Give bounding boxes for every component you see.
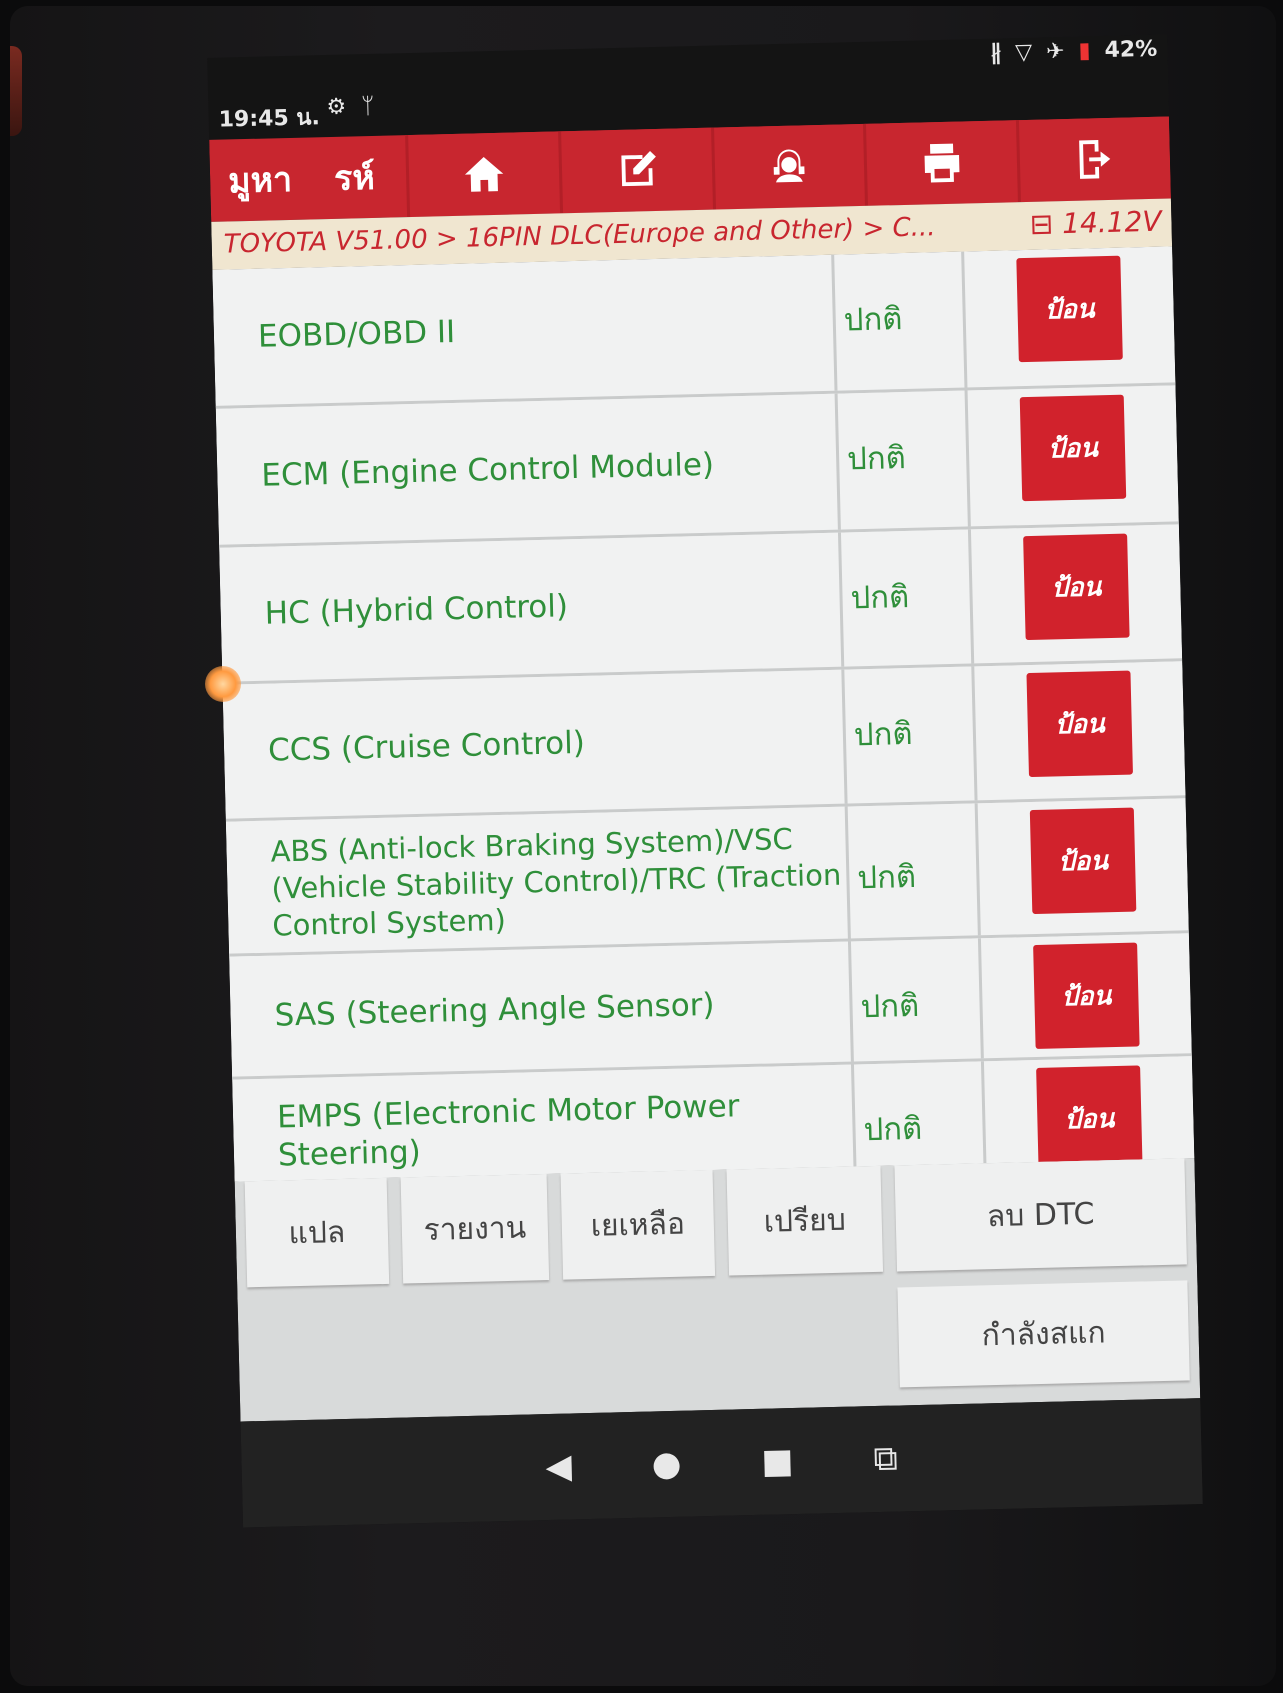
header-title-left[interactable]: มูหา	[228, 152, 293, 208]
home-button[interactable]	[405, 131, 560, 218]
clock: 19:45 น.	[218, 105, 321, 133]
enter-button[interactable]: ป้อน	[1016, 255, 1123, 363]
edit-button[interactable]	[557, 127, 713, 214]
print-button[interactable]	[863, 120, 1019, 206]
system-status: ปกติ	[847, 803, 981, 939]
edit-icon	[621, 150, 656, 187]
system-status: ปกติ	[840, 529, 975, 667]
enter-button[interactable]: ป้อน	[1036, 1065, 1143, 1172]
tablet-device: 19:45 น. ⚙ ᛘ ∦ ▽ ✈ ▮ 42% มูหา รห์ TOYOTA…	[10, 6, 1276, 1686]
system-name: EOBD/OBD II	[212, 254, 838, 406]
home-icon	[464, 156, 504, 192]
airplane-icon: ✈	[1045, 39, 1065, 65]
table-row: ECM (Engine Control Module) ปกติ ป้อน	[215, 385, 1179, 548]
header-titles: มูหา รห์	[209, 135, 407, 222]
breadcrumb-path: TOYOTA V51.00 > 16PIN DLC(Europe and Oth…	[223, 212, 936, 260]
system-status: ปกติ	[844, 666, 978, 804]
screenshot-icon[interactable]: ⧉	[873, 1438, 898, 1479]
report-button[interactable]: รายงาน	[400, 1173, 550, 1284]
screen: 19:45 น. ⚙ ᛘ ∦ ▽ ✈ ▮ 42% มูหา รห์ TOYOTA…	[207, 34, 1203, 1528]
stethoscope-icon: ᛘ	[360, 93, 375, 120]
table-row: SAS (Steering Angle Sensor) ปกติ ป้อน	[229, 933, 1192, 1080]
system-name: EMPS (Electronic Motor Power Steering)	[232, 1064, 857, 1182]
settings-icon: ⚙	[326, 94, 347, 121]
notification-icons: ⚙ ᛘ	[326, 94, 375, 120]
exit-icon	[1079, 140, 1111, 179]
enter-button[interactable]: ป้อน	[1019, 394, 1127, 502]
system-name: HC (Hybrid Control)	[219, 532, 845, 682]
bluetooth-icon: ∦	[989, 40, 1002, 66]
system-name: CCS (Cruise Control)	[222, 669, 848, 819]
table-row: CCS (Cruise Control) ปกติ ป้อน	[222, 661, 1186, 822]
system-status: ปกติ	[850, 938, 984, 1062]
enter-button[interactable]: ป้อน	[1026, 670, 1133, 778]
support-button[interactable]	[710, 123, 866, 210]
wifi-icon: ▽	[1014, 39, 1033, 66]
enter-button[interactable]: ป้อน	[1023, 533, 1130, 641]
compare-button[interactable]: เปรียบ	[726, 1165, 884, 1276]
voltage-value: 14.12V	[1061, 204, 1162, 241]
clear-dtc-button[interactable]: ลบ DTC	[894, 1158, 1187, 1272]
system-status: ปกติ	[834, 251, 968, 391]
table-row: HC (Hybrid Control) ปกติ ป้อน	[219, 524, 1183, 685]
system-list: EOBD/OBD II ปกติ ป้อน ECM (Engine Contro…	[212, 246, 1195, 1182]
translate-button[interactable]: แปล	[244, 1177, 390, 1288]
action-bar: แปล รายงาน เยเหลือ เปรียบ ลบ DTC กำลังสแ…	[234, 1158, 1201, 1422]
table-row: EOBD/OBD II ปกติ ป้อน	[212, 246, 1176, 409]
system-name: SAS (Steering Angle Sensor)	[229, 941, 854, 1077]
home-circle-icon[interactable]: ●	[651, 1444, 682, 1485]
enter-button[interactable]: ป้อน	[1029, 807, 1137, 915]
device-edge	[10, 46, 22, 136]
print-icon	[924, 143, 960, 183]
support-icon	[774, 149, 806, 183]
system-icons: ∦ ▽ ✈ ▮ 42%	[990, 37, 1158, 66]
nav-bar: ◀ ● ■ ⧉	[240, 1398, 1203, 1528]
system-status: ปกติ	[837, 390, 971, 530]
recents-icon[interactable]: ■	[761, 1441, 794, 1482]
enter-button[interactable]: ป้อน	[1033, 942, 1140, 1050]
battery-level: 42%	[1104, 36, 1158, 64]
scanning-button[interactable]: กำลังสแก	[897, 1280, 1190, 1388]
table-row: ABS (Anti-lock Braking System)/VSC (Vehi…	[225, 798, 1189, 957]
car-battery-icon: ⊟	[1029, 207, 1054, 241]
battery-icon: ▮	[1078, 38, 1091, 64]
voltage-readout: ⊟ 14.12V	[1029, 205, 1161, 241]
system-name: ABS (Anti-lock Braking System)/VSC (Vehi…	[225, 806, 851, 954]
back-icon[interactable]: ◀	[545, 1446, 572, 1487]
system-name: ECM (Engine Control Module)	[215, 393, 841, 545]
header-title-right[interactable]: รห์	[333, 150, 376, 205]
exit-button[interactable]	[1016, 116, 1171, 203]
light-glare	[205, 666, 241, 702]
remaining-button[interactable]: เยเหลือ	[560, 1169, 716, 1280]
